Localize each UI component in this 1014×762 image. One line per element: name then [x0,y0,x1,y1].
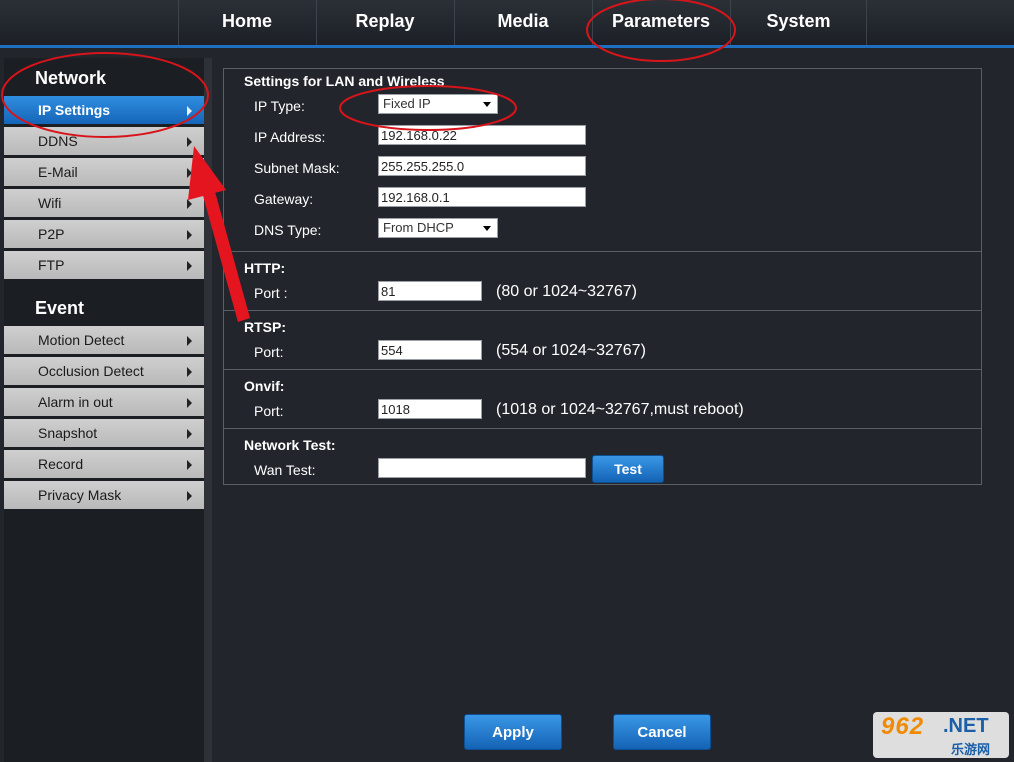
chevron-right-icon [187,106,192,116]
wan-test-label: Wan Test: [254,462,316,478]
ip-type-value: Fixed IP [383,96,431,111]
sidebar-item-ip-settings[interactable]: IP Settings [4,96,204,127]
sidebar-item-label: IP Settings [38,102,111,118]
chevron-right-icon [187,230,192,240]
dropdown-arrow-icon [483,226,491,231]
gateway-label: Gateway: [254,191,314,207]
chevron-right-icon [187,199,192,209]
onvif-port-row: Port: (1018 or 1024~32767,must reboot) [224,396,981,427]
onvif-section: Onvif: Port: (1018 or 1024~32767,must re… [224,370,981,429]
sidebar-item-email[interactable]: E-Mail [4,158,204,189]
ip-type-select[interactable]: Fixed IP [378,94,498,114]
ip-address-label: IP Address: [254,129,326,145]
watermark-logo: 962 .NET 乐游网 [873,712,1009,758]
sidebar-item-label: FTP [38,257,65,273]
chevron-right-icon [187,367,192,377]
subnet-mask-label: Subnet Mask: [254,160,340,176]
http-port-hint: (80 or 1024~32767) [496,283,637,300]
wan-test-input[interactable] [378,458,586,478]
http-section: HTTP: Port : (80 or 1024~32767) [224,252,981,311]
sidebar-item-alarm-in-out[interactable]: Alarm in out [4,388,204,419]
watermark-net: .NET [943,715,989,737]
sidebar-item-label: Occlusion Detect [38,363,144,379]
http-port-label: Port : [254,285,288,301]
top-nav-bar: Home Replay Media Parameters System [0,0,1014,48]
http-port-row: Port : (80 or 1024~32767) [224,278,981,309]
ip-address-input[interactable] [378,125,586,145]
dropdown-arrow-icon [483,102,491,107]
dns-type-select[interactable]: From DHCP [378,218,498,238]
chevron-right-icon [187,398,192,408]
lan-section-title: Settings for LAN and Wireless [244,73,445,89]
watermark-main: 962 [881,713,925,740]
nav-media[interactable]: Media [454,0,591,45]
rtsp-section-title: RTSP: [244,319,286,335]
onvif-port-label: Port: [254,403,284,419]
ip-type-row: IP Type: Fixed IP [224,91,981,122]
rtsp-port-row: Port: (554 or 1024~32767) [224,337,981,368]
sidebar-item-privacy-mask[interactable]: Privacy Mask [4,481,204,512]
sidebar-item-label: Snapshot [38,425,98,441]
chevron-right-icon [187,261,192,271]
network-test-title: Network Test: [244,437,336,453]
sidebar-item-label: DDNS [38,133,78,149]
ip-type-label: IP Type: [254,98,305,114]
chevron-right-icon [187,336,192,346]
sidebar-item-wifi[interactable]: Wifi [4,189,204,220]
test-button[interactable]: Test [592,455,664,483]
http-section-title: HTTP: [244,260,286,276]
dns-type-value: From DHCP [383,220,454,235]
nav-replay[interactable]: Replay [316,0,453,45]
sidebar-network-title: Network [35,68,107,88]
chevron-right-icon [187,491,192,501]
settings-panel: Settings for LAN and Wireless IP Type: F… [223,68,982,485]
sidebar-item-p2p[interactable]: P2P [4,220,204,251]
sidebar-item-label: Record [38,456,84,472]
apply-button[interactable]: Apply [464,714,562,750]
onvif-port-input[interactable] [378,399,482,419]
onvif-section-title: Onvif: [244,378,285,394]
nav-parameters[interactable]: Parameters [592,0,729,45]
ip-address-row: IP Address: [224,122,981,153]
sidebar-scroll-gutter [204,58,212,762]
sidebar-item-snapshot[interactable]: Snapshot [4,419,204,450]
chevron-right-icon [187,460,192,470]
rtsp-section: RTSP: Port: (554 or 1024~32767) [224,311,981,370]
network-test-section: Network Test: Wan Test: Test [224,429,981,487]
rtsp-port-input[interactable] [378,340,482,360]
sidebar-item-motion-detect[interactable]: Motion Detect [4,326,204,357]
sidebar-item-label: Alarm in out [38,394,113,410]
rtsp-port-label: Port: [254,344,284,360]
sidebar-item-label: Motion Detect [38,332,125,348]
cancel-button[interactable]: Cancel [613,714,711,750]
onvif-port-hint: (1018 or 1024~32767,must reboot) [496,401,744,418]
http-port-input[interactable] [378,281,482,301]
chevron-right-icon [187,137,192,147]
gateway-input[interactable] [378,187,586,207]
sidebar-item-ddns[interactable]: DDNS [4,127,204,158]
watermark-sub: 乐游网 [951,742,991,757]
sidebar-item-ftp[interactable]: FTP [4,251,204,282]
sidebar-item-record[interactable]: Record [4,450,204,481]
rtsp-port-hint: (554 or 1024~32767) [496,342,646,359]
chevron-right-icon [187,168,192,178]
nav-system[interactable]: System [730,0,867,45]
nav-home[interactable]: Home [178,0,315,45]
gateway-row: Gateway: [224,184,981,215]
wan-test-row: Wan Test: Test [224,455,981,486]
dns-type-row: DNS Type: From DHCP [224,215,981,246]
sidebar-item-label: Privacy Mask [38,487,122,503]
sidebar-item-occlusion-detect[interactable]: Occlusion Detect [4,357,204,388]
sidebar-item-label: Wifi [38,195,62,211]
subnet-mask-row: Subnet Mask: [224,153,981,184]
sidebar-event-title: Event [35,298,85,318]
dns-type-label: DNS Type: [254,222,322,238]
sidebar-item-label: P2P [38,226,65,242]
sidebar: Network IP Settings DDNS E-Mail Wifi P2P… [4,58,204,762]
lan-section: Settings for LAN and Wireless IP Type: F… [224,69,981,252]
sidebar-item-label: E-Mail [38,164,78,180]
subnet-mask-input[interactable] [378,156,586,176]
chevron-right-icon [187,429,192,439]
